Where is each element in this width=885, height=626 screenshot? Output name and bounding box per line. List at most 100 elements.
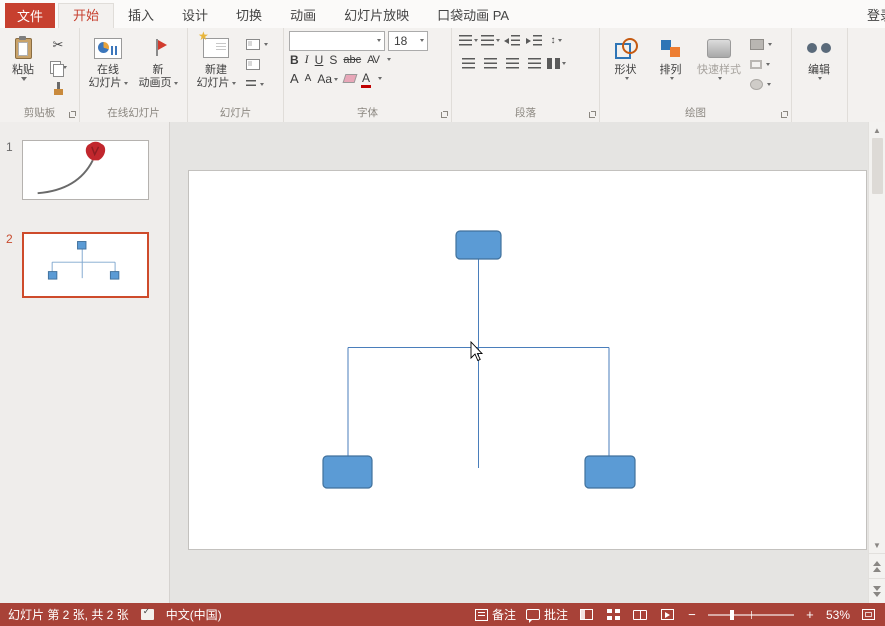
ribbon-group-editing: 编辑 bbox=[792, 28, 848, 122]
fit-to-window-button[interactable] bbox=[860, 607, 877, 622]
paragraph-dialog-launcher[interactable] bbox=[588, 110, 597, 119]
format-painter-button[interactable] bbox=[46, 79, 70, 99]
status-bar: 幻灯片 第 2 张, 共 2 张 ✓ 中文(中国) 备注 批注 − + 53% bbox=[0, 603, 885, 626]
reset-icon bbox=[246, 59, 260, 70]
slideshow-button[interactable] bbox=[659, 607, 676, 622]
decrease-font-size-button[interactable]: A bbox=[305, 73, 312, 84]
zoom-in-button[interactable]: + bbox=[804, 607, 816, 622]
drawing-dialog-launcher[interactable] bbox=[780, 110, 789, 119]
increase-indent-button[interactable] bbox=[524, 32, 544, 50]
font-color-dropdown-arrow bbox=[378, 77, 382, 80]
scroll-down-button[interactable]: ▼ bbox=[869, 537, 885, 553]
slide-sorter-button[interactable] bbox=[605, 607, 622, 622]
slide-thumbnail-panel: 1 2 bbox=[0, 122, 170, 603]
zoom-slider[interactable] bbox=[708, 614, 794, 616]
cut-button[interactable]: ✂ bbox=[46, 35, 70, 55]
previous-slide-button[interactable] bbox=[869, 553, 885, 578]
zoom-slider-thumb[interactable] bbox=[730, 610, 734, 620]
zoom-percent[interactable]: 53% bbox=[826, 608, 850, 622]
quick-styles-icon bbox=[707, 39, 731, 58]
scroll-up-button[interactable]: ▲ bbox=[869, 122, 885, 138]
align-center-button[interactable] bbox=[480, 55, 500, 73]
chevron-up-icon bbox=[873, 567, 881, 572]
online-slides-button[interactable]: 在线 幻灯片 bbox=[83, 31, 133, 107]
tab-transitions[interactable]: 切换 bbox=[222, 3, 276, 28]
ribbon-group-drawing: 形状 排列 快速样式 绘图 bbox=[600, 28, 792, 122]
flag-icon bbox=[148, 38, 168, 58]
next-slide-button[interactable] bbox=[869, 578, 885, 603]
font-size-combo[interactable]: 18 bbox=[388, 31, 428, 51]
increase-font-size-button[interactable]: A bbox=[290, 71, 299, 86]
section-button[interactable] bbox=[244, 75, 270, 93]
align-right-button[interactable] bbox=[502, 55, 522, 73]
spacing-dropdown-arrow bbox=[387, 58, 391, 61]
notes-button[interactable]: 备注 bbox=[475, 606, 516, 623]
bullets-button[interactable] bbox=[458, 32, 478, 50]
layout-button[interactable] bbox=[244, 35, 270, 53]
ribbon-group-font: 18 B I U S abc AV A A Aa A 字体 bbox=[284, 28, 452, 122]
online-slides-icon bbox=[94, 38, 122, 59]
bold-button[interactable]: B bbox=[290, 53, 299, 67]
columns-button[interactable] bbox=[546, 55, 566, 73]
paste-dropdown-arrow bbox=[21, 77, 27, 81]
character-spacing-button[interactable]: AV bbox=[367, 54, 379, 66]
shape-fill-button[interactable] bbox=[748, 35, 774, 53]
line-spacing-button[interactable]: ↕ bbox=[546, 32, 566, 50]
paste-button[interactable]: 粘贴 bbox=[3, 31, 43, 107]
reset-button[interactable] bbox=[244, 55, 270, 73]
zoom-out-button[interactable]: − bbox=[686, 607, 698, 622]
font-dialog-launcher[interactable] bbox=[440, 110, 449, 119]
font-name-combo[interactable] bbox=[289, 31, 385, 51]
slide-canvas[interactable] bbox=[188, 170, 867, 550]
underline-button[interactable]: U bbox=[315, 53, 324, 67]
copy-button[interactable] bbox=[46, 57, 70, 77]
spell-check-indicator[interactable]: ✓ bbox=[141, 609, 154, 620]
new-animation-page-button[interactable]: 新 动画页 bbox=[133, 31, 183, 107]
tab-insert[interactable]: 插入 bbox=[114, 3, 168, 28]
tab-animations[interactable]: 动画 bbox=[276, 3, 330, 28]
numbering-button[interactable] bbox=[480, 32, 500, 50]
decrease-indent-button[interactable] bbox=[502, 32, 522, 50]
arrange-button[interactable]: 排列 bbox=[648, 31, 693, 107]
file-tab[interactable]: 文件 bbox=[5, 3, 55, 28]
format-painter-icon bbox=[52, 82, 65, 96]
tulip-image bbox=[23, 141, 148, 199]
tab-design[interactable]: 设计 bbox=[168, 3, 222, 28]
scrollbar-thumb[interactable] bbox=[872, 138, 883, 194]
tab-pocket-animation-pa[interactable]: 口袋动画 PA bbox=[423, 3, 523, 28]
quick-styles-button[interactable]: 快速样式 bbox=[693, 31, 745, 107]
paragraph-group-label: 段落 bbox=[452, 105, 599, 120]
align-left-button[interactable] bbox=[458, 55, 478, 73]
ribbon: 粘贴 ✂ 剪贴板 在线 幻灯片 bbox=[0, 28, 885, 123]
reading-view-button[interactable] bbox=[632, 607, 649, 622]
sign-in-button[interactable]: 登录 bbox=[867, 3, 885, 28]
new-slide-button[interactable]: ★ 新建 幻灯片 bbox=[191, 31, 241, 107]
font-color-button[interactable]: A bbox=[362, 71, 370, 86]
shape-effects-icon bbox=[750, 79, 763, 90]
change-case-button[interactable]: Aa bbox=[317, 72, 338, 86]
clipboard-dialog-launcher[interactable] bbox=[68, 110, 77, 119]
paste-label: 粘贴 bbox=[12, 64, 34, 77]
thumbnail-slide-2[interactable] bbox=[22, 232, 149, 298]
comments-button[interactable]: 批注 bbox=[526, 606, 568, 623]
org-chart-top-box[interactable] bbox=[456, 231, 501, 259]
editing-button[interactable]: 编辑 bbox=[795, 31, 843, 80]
clear-formatting-button[interactable] bbox=[343, 74, 358, 83]
org-chart-right-box[interactable] bbox=[585, 456, 635, 488]
font-size-value: 18 bbox=[394, 34, 418, 48]
tab-home[interactable]: 开始 bbox=[58, 3, 114, 28]
shape-outline-button[interactable] bbox=[748, 55, 774, 73]
language-indicator[interactable]: 中文(中国) bbox=[166, 606, 222, 623]
editing-area bbox=[170, 122, 868, 603]
shape-effects-button[interactable] bbox=[748, 75, 774, 93]
strikethrough-button[interactable]: abc bbox=[343, 54, 361, 66]
thumbnail-slide-1[interactable] bbox=[22, 140, 149, 200]
normal-view-button[interactable] bbox=[578, 607, 595, 622]
text-shadow-button[interactable]: S bbox=[329, 53, 337, 67]
justify-button[interactable] bbox=[524, 55, 544, 73]
section-icon bbox=[246, 80, 256, 88]
italic-button[interactable]: I bbox=[305, 52, 309, 67]
shapes-button[interactable]: 形状 bbox=[603, 31, 648, 107]
org-chart-left-box[interactable] bbox=[323, 456, 372, 488]
tab-slide-show[interactable]: 幻灯片放映 bbox=[330, 3, 423, 28]
